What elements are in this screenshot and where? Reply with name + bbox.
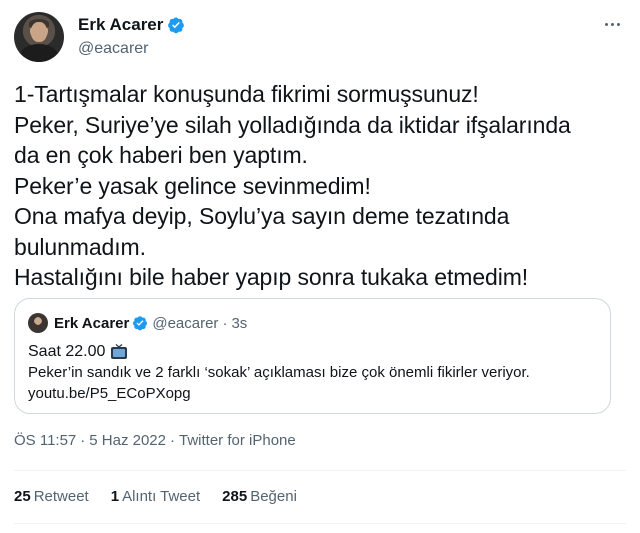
more-dot: [610, 22, 614, 26]
tweet-date[interactable]: 5 Haz 2022: [89, 432, 166, 449]
quoted-author-display-name: Erk Acarer: [54, 314, 130, 332]
tweet-text-line: da en çok haberi ben yaptım.: [14, 142, 308, 168]
tweet-text-line: Peker, Suriye’ye silah yolladığında da i…: [14, 111, 571, 138]
tweet-stats: 25 Retweet 1 Alıntı Tweet 285 Beğeni: [14, 488, 319, 505]
quoted-tweet-text: Saat 22.00 Peker’in sandık ve 2 farklı ‘…: [28, 341, 598, 404]
tweet-text-line: bulunmadım.: [14, 233, 146, 260]
tweet-card: Erk Acarer @eacarer 1-Tartışmalar konuşu…: [0, 0, 640, 533]
divider: [14, 523, 626, 524]
quoted-author-handle: @eacarer: [152, 314, 219, 332]
quoted-line-1: Saat 22.00: [28, 341, 598, 362]
likes-label: Beğeni: [250, 488, 297, 505]
tweet-text: 1-Tartışmalar konuşunda fikrimi sormuşsu…: [14, 79, 626, 293]
more-dot: [616, 22, 620, 26]
quoted-separator: ·: [222, 314, 228, 332]
retweets-count: 25: [14, 488, 31, 505]
display-name-row: Erk Acarer: [78, 14, 185, 36]
quotes-label: Alıntı Tweet: [122, 488, 201, 505]
tweet-text-line: 1-Tartışmalar konuşunda fikrimi sormuşsu…: [14, 81, 479, 107]
tweet-text-line: Ona mafya deyip, Soylu’ya sayın deme tez…: [14, 203, 510, 229]
retweets-stat[interactable]: 25 Retweet: [14, 488, 89, 505]
quoted-link[interactable]: youtu.be/P5_ECoPXopg: [28, 383, 598, 404]
quotes-stat[interactable]: 1 Alıntı Tweet: [111, 488, 200, 505]
quoted-line-2: Peker’in sandık ve 2 farklı ‘sokak’ açık…: [28, 364, 530, 381]
quoted-timestamp: 3s: [231, 314, 248, 332]
author-handle[interactable]: @eacarer: [78, 40, 185, 58]
meta-separator: ·: [170, 432, 175, 449]
tweet-time[interactable]: ÖS 11:57: [14, 432, 76, 449]
quoted-author-avatar: [28, 313, 48, 333]
likes-count: 285: [222, 488, 248, 505]
television-icon: [111, 343, 128, 359]
likes-stat[interactable]: 285 Beğeni: [222, 488, 297, 505]
author-display-name[interactable]: Erk Acarer: [78, 15, 163, 35]
divider: [14, 470, 626, 471]
verified-badge-icon: [168, 17, 185, 34]
retweets-label: Retweet: [33, 488, 89, 505]
tweet-source[interactable]: Twitter for iPhone: [179, 432, 296, 449]
avatar-shoulders: [20, 44, 58, 62]
quoted-tweet[interactable]: Erk Acarer @eacarer · 3s Saat 22.00 Peke…: [14, 298, 611, 414]
tweet-header: Erk Acarer @eacarer: [14, 10, 626, 66]
more-dot: [604, 22, 608, 26]
quoted-line-1-text: Saat 22.00: [28, 343, 106, 360]
tweet-text-line: Peker’e yasak gelince sevinmedim!: [14, 172, 371, 199]
avatar-face: [31, 22, 47, 42]
quoted-tweet-header: Erk Acarer @eacarer · 3s: [28, 313, 247, 333]
author-names: Erk Acarer @eacarer: [78, 14, 185, 58]
tweet-text-line: Hastalığını bile haber yapıp sonra tukak…: [14, 264, 529, 290]
tweet-meta: ÖS 11:57 · 5 Haz 2022 · Twitter for iPhone: [14, 432, 296, 449]
verified-badge-icon: [133, 316, 148, 331]
quotes-count: 1: [110, 488, 120, 505]
more-horizontal-icon[interactable]: [602, 14, 622, 34]
author-avatar[interactable]: [14, 12, 64, 62]
meta-separator: ·: [80, 432, 86, 449]
